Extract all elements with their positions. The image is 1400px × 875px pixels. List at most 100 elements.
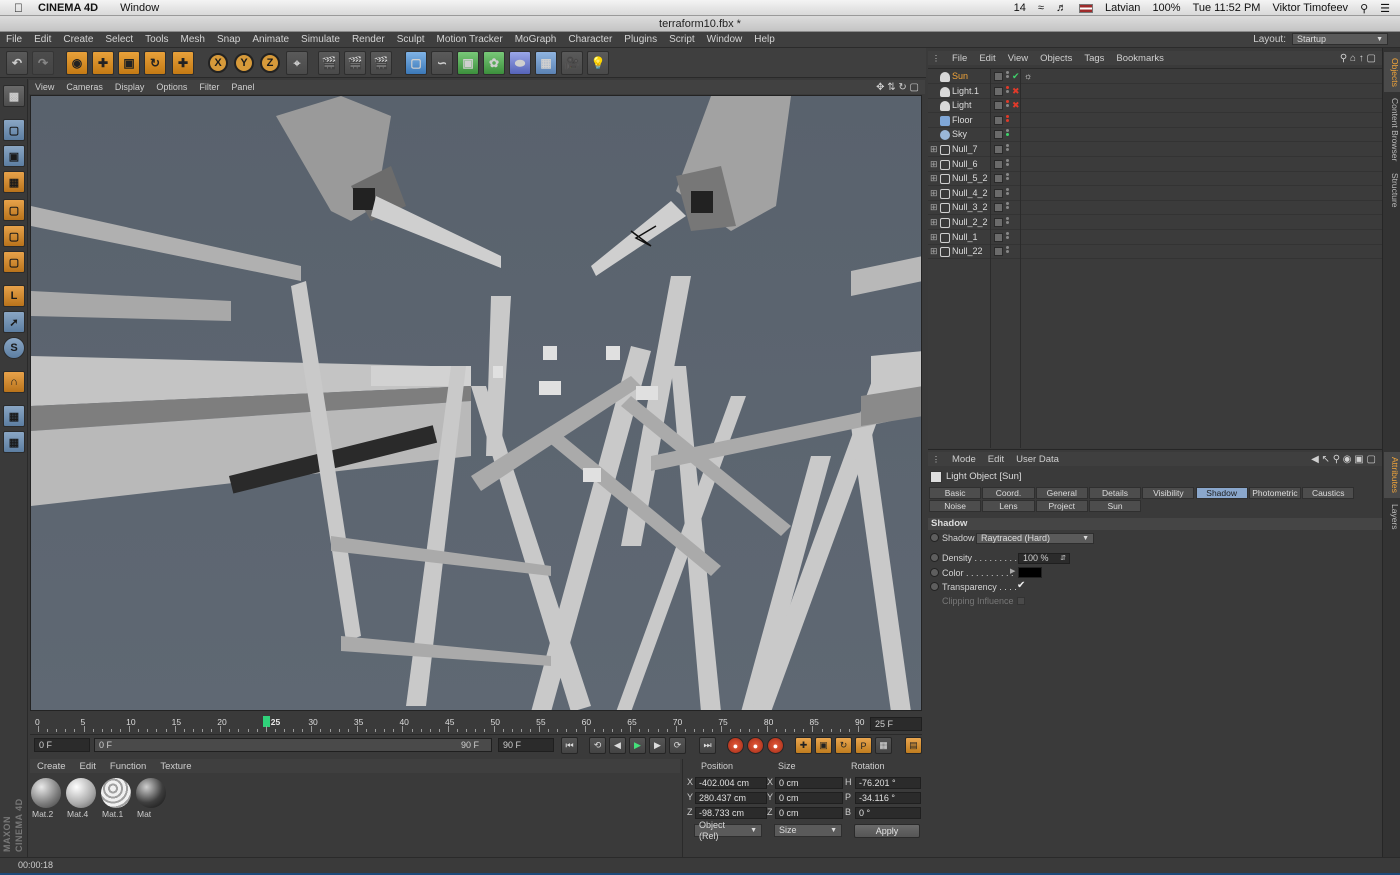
visibility-dots[interactable] (1006, 71, 1009, 82)
layer-checkbox[interactable] (994, 115, 1003, 125)
render-picture-viewer-icon[interactable]: 🎬 (344, 51, 366, 75)
viewport-menu-view[interactable]: View (29, 82, 60, 92)
position-x-field[interactable]: -402.004 cm (695, 777, 767, 789)
tab-attributes[interactable]: Attributes (1384, 452, 1400, 498)
menu-script[interactable]: Script (663, 34, 701, 45)
attr-tab[interactable]: Photometric (1248, 487, 1302, 499)
menu-motion-tracker[interactable]: Motion Tracker (431, 34, 509, 45)
obj-search-icon[interactable]: ⚲ ⌂ ↑ ▢ (1340, 53, 1376, 64)
prev-frame-icon[interactable]: ◀ (609, 737, 626, 754)
attr-tab[interactable]: Project (1035, 500, 1088, 512)
attr-tab[interactable]: Lens (982, 500, 1035, 512)
redo-icon[interactable]: ↷ (32, 51, 54, 75)
range-slider[interactable]: 0 F 90 F (94, 738, 492, 752)
anim-radio[interactable] (930, 582, 939, 591)
menu-select[interactable]: Select (99, 34, 139, 45)
timeline-window-icon[interactable]: ▤ (905, 737, 922, 754)
autokey-icon[interactable]: ● (747, 737, 764, 754)
clipping-checkbox[interactable] (1017, 597, 1025, 605)
render-view-icon[interactable]: 🎬 (318, 51, 340, 75)
light-icon[interactable]: 💡 (587, 51, 609, 75)
viewport-menu-panel[interactable]: Panel (225, 82, 260, 92)
undo-icon[interactable]: ↶ (6, 51, 28, 75)
attr-tab[interactable]: Shadow (1195, 487, 1248, 499)
material-swatch[interactable]: Mat (135, 777, 167, 821)
attr-menu-mode[interactable]: Mode (946, 454, 982, 465)
app-name[interactable]: CINEMA 4D (38, 2, 98, 14)
battery[interactable]: 100% (1152, 2, 1180, 14)
mat-menu-texture[interactable]: Texture (153, 761, 198, 772)
object-row[interactable]: ⊞ Null_4_2 (928, 187, 1382, 201)
size-z-field[interactable]: 0 cm (775, 807, 843, 819)
obj-menu-edit[interactable]: Edit (973, 53, 1001, 64)
anim-radio[interactable] (930, 533, 939, 542)
coord-mode-dropdown[interactable]: Object (Rel) ▼ (694, 820, 762, 841)
attr-tab[interactable]: Caustics (1302, 487, 1355, 499)
viewport-menu-display[interactable]: Display (109, 82, 151, 92)
deformer-icon[interactable]: ⬬ (509, 51, 531, 75)
layer-checkbox[interactable] (994, 232, 1003, 242)
edges-mode-icon[interactable]: ▢ (3, 225, 25, 247)
tab-structure[interactable]: Structure (1384, 168, 1400, 212)
timeline-ruler[interactable]: 25 25 F 05101520253035404550556065707580… (30, 713, 922, 735)
obj-menu-bookmarks[interactable]: Bookmarks (1110, 53, 1170, 64)
y-axis-icon[interactable]: Y (234, 53, 254, 73)
anim-radio[interactable] (930, 553, 939, 562)
viewport-menu-filter[interactable]: Filter (193, 82, 225, 92)
key-pla-icon[interactable]: ▦ (875, 737, 892, 754)
menu-help[interactable]: Help (748, 34, 781, 45)
layout-dropdown[interactable]: Startup ▼ (1292, 33, 1388, 45)
subdivision-icon[interactable]: ▣ (457, 51, 479, 75)
list-icon[interactable]: ☰ (1380, 2, 1390, 15)
tab-layers[interactable]: Layers (1384, 500, 1400, 530)
wifi-icon[interactable]: ≈ (1038, 2, 1044, 14)
visibility-dots[interactable] (1006, 100, 1009, 111)
rotation-b-field[interactable]: 0 ° (855, 807, 921, 819)
menu-character[interactable]: Character (562, 34, 618, 45)
enable-axis-icon[interactable]: ▦ (3, 431, 25, 453)
expand-icon[interactable]: ⊞ (930, 231, 938, 244)
menu-render[interactable]: Render (346, 34, 391, 45)
expand-icon[interactable]: ⊞ (930, 245, 938, 258)
recent-tool-icon[interactable]: ✚ (172, 51, 194, 75)
key-rotation-icon[interactable]: ↻ (835, 737, 852, 754)
search-icon[interactable]: ⚲ (1360, 2, 1368, 15)
menu-create[interactable]: Create (57, 34, 99, 45)
scale-icon[interactable]: ▣ (118, 51, 140, 75)
layer-checkbox[interactable] (994, 101, 1003, 111)
spinner-icon[interactable]: ⇵ (1060, 554, 1066, 563)
live-select-icon[interactable]: ◉ (66, 51, 88, 75)
x-axis-icon[interactable]: X (208, 53, 228, 73)
attr-tab[interactable]: Noise (929, 500, 982, 512)
material-swatch[interactable]: Mat.4 (65, 777, 97, 821)
visibility-dots[interactable] (1006, 217, 1009, 228)
menu-sculpt[interactable]: Sculpt (391, 34, 431, 45)
expand-icon[interactable]: ⊞ (930, 216, 938, 229)
visibility-dots[interactable] (1006, 129, 1009, 140)
position-z-field[interactable]: -98.733 cm (695, 807, 767, 819)
array-icon[interactable]: ✿ (483, 51, 505, 75)
prev-key-icon[interactable]: ⟲ (589, 737, 606, 754)
visibility-dots[interactable] (1006, 158, 1009, 170)
sun-tag-icon[interactable]: ☼ (1024, 70, 1032, 83)
menu-simulate[interactable]: Simulate (295, 34, 346, 45)
expand-icon[interactable]: ⊞ (930, 172, 938, 185)
menu-window[interactable]: Window (701, 34, 749, 45)
coordinate-system-icon[interactable]: ⌖ (286, 51, 308, 75)
tweak-mode-icon[interactable]: ➚ (3, 311, 25, 333)
attr-tab[interactable]: Sun (1088, 500, 1142, 512)
object-row[interactable]: ⊞ Null_22 (928, 245, 1382, 260)
visibility-dots[interactable] (1006, 187, 1009, 199)
attr-tab[interactable]: General (1035, 487, 1088, 499)
material-swatch[interactable]: Mat.1 (100, 777, 132, 821)
menu-animate[interactable]: Animate (246, 34, 295, 45)
start-frame-field[interactable]: 0 F (34, 738, 90, 752)
next-frame-icon[interactable]: ▶ (649, 737, 666, 754)
obj-menu-view[interactable]: View (1002, 53, 1034, 64)
apply-button[interactable]: Apply (854, 824, 920, 838)
render-settings-icon[interactable]: 🎬 (370, 51, 392, 75)
menu-mesh[interactable]: Mesh (175, 34, 211, 45)
attr-menu-edit[interactable]: Edit (982, 454, 1010, 465)
visibility-dots[interactable] (1006, 202, 1009, 213)
layer-checkbox[interactable] (994, 174, 1003, 184)
